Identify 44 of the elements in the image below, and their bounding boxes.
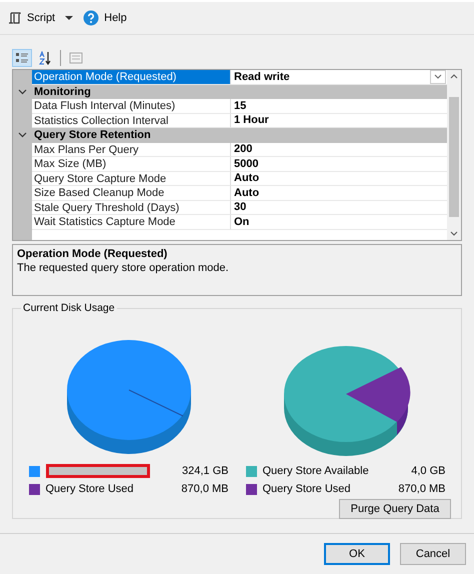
cancel-button[interactable]: Cancel bbox=[400, 543, 466, 565]
categorized-list-icon bbox=[15, 52, 29, 64]
legend-label: Query Store Used bbox=[262, 483, 351, 495]
legend-value: 870,0 MB bbox=[398, 483, 446, 495]
collapse-chevron-icon[interactable] bbox=[18, 132, 27, 138]
property-value[interactable]: Auto bbox=[231, 186, 447, 200]
dropdown-caret-icon[interactable] bbox=[65, 16, 74, 20]
collapse-chevron-icon[interactable] bbox=[18, 88, 27, 95]
property-value[interactable]: 5000 bbox=[231, 157, 447, 172]
sort-az-icon bbox=[38, 51, 52, 65]
property-name[interactable]: Wait Statistics Capture Mode bbox=[32, 215, 231, 230]
legend-label: Query Store Used bbox=[46, 483, 134, 495]
description-title: Operation Mode (Requested) bbox=[17, 248, 168, 260]
property-value[interactable]: On bbox=[231, 215, 447, 230]
scroll-down-icon[interactable] bbox=[450, 231, 458, 236]
script-button[interactable]: Script bbox=[6, 9, 58, 27]
property-value[interactable]: 200 bbox=[231, 142, 447, 157]
help-button[interactable]: Help bbox=[81, 8, 129, 28]
property-name[interactable]: Data Flush Interval (Minutes) bbox=[32, 99, 231, 114]
property-name[interactable]: Max Plans Per Query bbox=[32, 142, 231, 157]
categorized-view-button[interactable] bbox=[12, 49, 32, 67]
description-text: The requested query store operation mode. bbox=[17, 262, 230, 274]
group-title: Current Disk Usage bbox=[22, 302, 116, 314]
help-icon bbox=[83, 10, 100, 26]
ok-button[interactable]: OK bbox=[324, 543, 390, 565]
script-icon bbox=[8, 11, 22, 25]
legend-value: 324,1 GB bbox=[182, 465, 228, 477]
dropdown-chevron-icon[interactable] bbox=[430, 70, 446, 84]
property-value[interactable]: 15 bbox=[231, 99, 447, 114]
scroll-up-icon[interactable] bbox=[450, 74, 458, 79]
property-value[interactable]: Auto bbox=[231, 172, 447, 186]
property-name[interactable]: Query Store Capture Mode bbox=[32, 172, 231, 186]
property-value[interactable]: 30 bbox=[231, 200, 447, 215]
scrollbar[interactable] bbox=[447, 70, 461, 240]
category-header[interactable]: Monitoring bbox=[32, 84, 91, 99]
property-pages-icon bbox=[69, 52, 83, 64]
legend-value: 870,0 MB bbox=[181, 483, 228, 495]
purge-button[interactable]: Purge Query Data bbox=[339, 499, 451, 519]
property-name[interactable]: Operation Mode (Requested) bbox=[32, 70, 231, 84]
legend-value: 4,0 GB bbox=[411, 465, 446, 477]
property-name[interactable]: Max Size (MB) bbox=[32, 157, 231, 172]
property-name[interactable]: Size Based Cleanup Mode bbox=[32, 186, 231, 200]
property-name[interactable]: Stale Query Threshold (Days) bbox=[32, 200, 231, 215]
legend-label: Query Store Available bbox=[262, 465, 369, 477]
